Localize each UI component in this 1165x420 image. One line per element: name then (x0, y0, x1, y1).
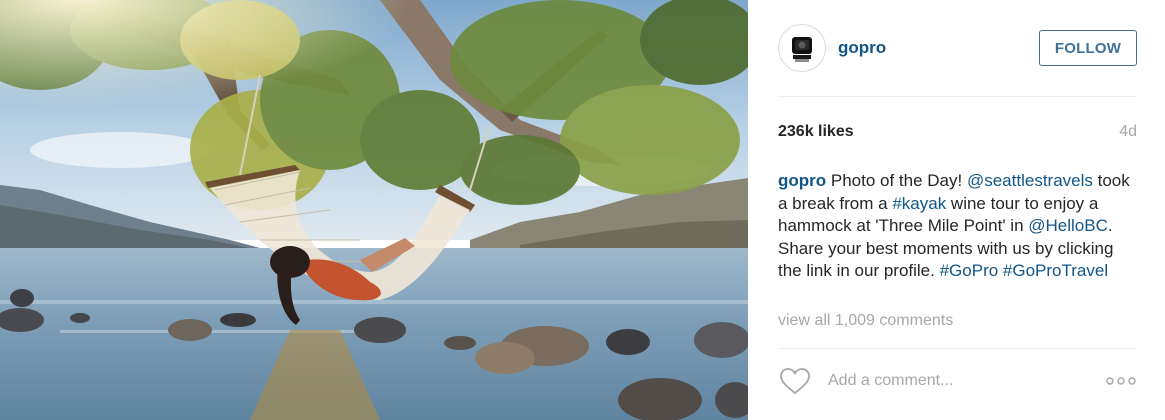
follow-button[interactable]: FOLLOW (1039, 30, 1137, 66)
avatar[interactable] (778, 24, 826, 72)
post-meta: 236k likes 4d (778, 123, 1137, 141)
hashtag-link[interactable]: #GoPro (940, 261, 999, 280)
post-header: gopro FOLLOW (778, 22, 1137, 74)
caption-text: Photo of the Day! (826, 171, 967, 190)
caption-author-link[interactable]: gopro (778, 171, 826, 190)
comment-bar (778, 364, 1137, 398)
mention-link[interactable]: @seattlestravels (967, 171, 1093, 190)
gopro-camera-icon (783, 29, 821, 67)
divider (778, 96, 1137, 97)
username-link[interactable]: gopro (838, 38, 886, 58)
ellipsis-icon (1106, 377, 1136, 385)
hashtag-link[interactable]: #GoProTravel (1003, 261, 1108, 280)
likes-count[interactable]: 236k likes (778, 123, 854, 141)
hammock-lake-photo (0, 0, 748, 420)
like-button[interactable] (778, 365, 812, 397)
instagram-post: gopro FOLLOW 236k likes 4d gopro Photo o… (0, 0, 1165, 420)
more-options-button[interactable] (1105, 372, 1137, 390)
divider (778, 348, 1137, 349)
heart-outline-icon (780, 368, 810, 395)
post-timestamp[interactable]: 4d (1119, 123, 1137, 141)
comment-input[interactable] (826, 371, 1080, 391)
hashtag-link[interactable]: #kayak (892, 194, 946, 213)
caption: gopro Photo of the Day! @seattlestravels… (778, 170, 1137, 283)
view-all-comments-link[interactable]: view all 1,009 comments (778, 312, 953, 330)
mention-link[interactable]: @HelloBC (1028, 216, 1108, 235)
post-details-panel: gopro FOLLOW 236k likes 4d gopro Photo o… (748, 0, 1165, 420)
post-photo[interactable] (0, 0, 748, 420)
